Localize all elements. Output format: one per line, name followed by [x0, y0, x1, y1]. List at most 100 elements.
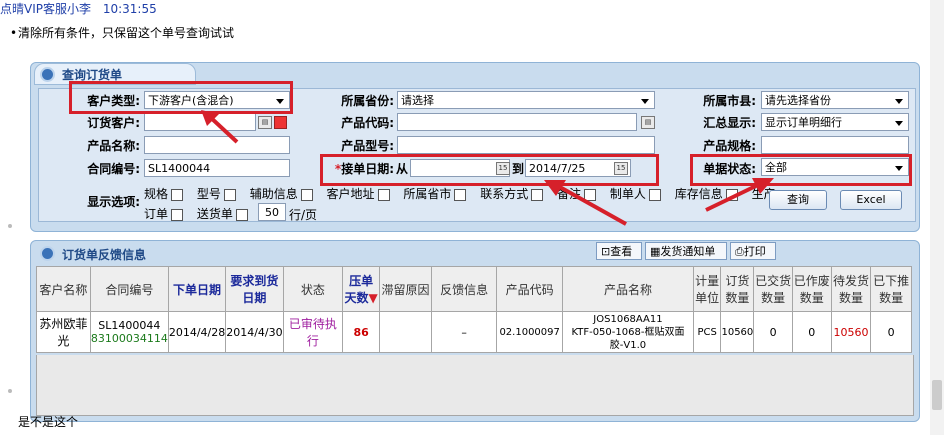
option-checkbox[interactable] — [300, 188, 313, 201]
cell-delay-reason — [379, 311, 433, 353]
product-model-input[interactable] — [397, 136, 655, 154]
option-checkbox[interactable] — [648, 188, 661, 201]
table-header-row: 客户名称 合同编号 下单日期 要求到货日期 状态 压单天数▼ 滞留原因 反馈信息… — [36, 266, 912, 312]
column-header[interactable]: 产品名称 — [562, 266, 694, 312]
ship-notice-button[interactable]: ▦发货通知单 — [645, 242, 727, 260]
sender-name: 点晴VIP客服小李 — [0, 2, 91, 16]
option-checkbox[interactable] — [171, 208, 184, 221]
column-header[interactable]: 滞留原因 — [379, 266, 433, 312]
display-options-label: 显示选项: — [87, 195, 140, 209]
option-checkbox[interactable] — [171, 188, 184, 201]
panel-bullet-icon — [40, 67, 55, 82]
option-checkbox[interactable] — [454, 188, 467, 201]
sort-desc-icon: ▼ — [368, 291, 378, 305]
cell-pushed-qty: 0 — [870, 311, 912, 353]
column-header[interactable]: 要求到货日期 — [225, 266, 284, 312]
city-label: 所属市县: — [703, 94, 756, 108]
product-code-label: 产品代码: — [341, 116, 394, 130]
bullet-dot — [8, 224, 12, 228]
option-spec: 规格 — [144, 187, 169, 201]
cell-unit: PCS — [692, 311, 722, 353]
feedback-panel-title: 订货单反馈信息 — [62, 248, 147, 262]
cell-feedback: – — [431, 311, 498, 353]
table-row[interactable]: 苏州欧菲光 SL1400044 83100034114 2014/4/28 20… — [36, 311, 912, 353]
product-name-line: 胶-V1.0 — [609, 339, 647, 351]
bullet-dot: • — [10, 26, 18, 40]
column-header[interactable]: 客户名称 — [36, 266, 91, 312]
annotation-box — [69, 81, 293, 114]
bullet-dot — [8, 389, 12, 393]
contract-sub-no: 83100034114 — [90, 332, 168, 345]
column-header-sorted[interactable]: 压单天数▼ — [342, 266, 381, 312]
clear-icon[interactable] — [274, 116, 287, 129]
ship-notice-button-label: 发货通知单 — [660, 245, 716, 258]
lookup-icon[interactable]: ▤ — [641, 116, 655, 129]
cell-voided-qty: 0 — [791, 311, 832, 353]
chat-header: 点晴VIP客服小李 10:31:55 — [0, 0, 165, 17]
summary-select[interactable]: 显示订单明细行 — [761, 113, 909, 131]
cell-status: 已审待执行 — [282, 311, 344, 353]
province-select[interactable]: 请选择 — [397, 91, 655, 109]
column-header[interactable]: 待发货数量 — [830, 266, 872, 312]
scrollbar-thumb[interactable] — [932, 380, 942, 410]
product-code-input[interactable] — [397, 113, 637, 131]
view-button-label: 查看 — [610, 245, 633, 258]
print-button[interactable]: ⎙打印 — [730, 242, 776, 260]
cell-contract: SL1400044 83100034114 — [89, 311, 169, 353]
column-header[interactable]: 状态 — [282, 266, 344, 312]
column-header[interactable]: 订货数量 — [720, 266, 755, 312]
cell-due-date: 2014/4/30 — [225, 311, 284, 353]
column-header[interactable]: 计量单位 — [692, 266, 722, 312]
lookup-icon[interactable]: ▤ — [258, 116, 272, 129]
option-delivery: 送货单 — [196, 207, 233, 221]
order-customer-label: 订货客户: — [87, 116, 140, 130]
option-contact: 联系方式 — [480, 187, 529, 201]
column-header[interactable]: 已下推数量 — [870, 266, 912, 312]
option-checkbox[interactable] — [223, 188, 236, 201]
product-model-label: 产品型号: — [341, 139, 394, 153]
city-select[interactable]: 请先选择省份 — [761, 91, 909, 109]
cell-customer: 苏州欧菲光 — [36, 311, 91, 353]
table-empty-area — [36, 355, 914, 416]
option-checkbox[interactable] — [235, 208, 248, 221]
summary-label: 汇总显示: — [703, 116, 756, 130]
excel-button[interactable]: Excel — [840, 190, 902, 210]
option-order: 订单 — [144, 207, 169, 221]
print-icon: ⎙ — [735, 245, 744, 258]
cell-order-qty: 10560 — [720, 311, 755, 353]
page-size-suffix: 行/页 — [289, 208, 318, 222]
contract-no-input[interactable]: SL1400044 — [144, 159, 290, 177]
cell-delivered-qty: 0 — [753, 311, 793, 353]
view-button[interactable]: ⊡查看 — [596, 242, 642, 260]
cell-pending-days: 86 — [342, 311, 381, 353]
option-model: 型号 — [196, 187, 221, 201]
option-aux: 辅助信息 — [249, 187, 298, 201]
options-row-1: 规格 型号 辅助信息 客户地址 所属省市 联系方式 备注 制单人 库存信息 生产 — [144, 185, 776, 202]
annotation-arrow — [544, 180, 627, 226]
cell-to-ship-qty: 10560 — [830, 311, 872, 353]
column-header[interactable]: 已作废数量 — [791, 266, 832, 312]
product-name-label: 产品名称: — [87, 139, 140, 153]
page-size-input[interactable]: 50 — [258, 203, 286, 221]
product-spec-label: 产品规格: — [703, 139, 756, 153]
panel-bullet-icon — [40, 246, 55, 261]
product-spec-input[interactable] — [761, 136, 909, 154]
feedback-table: 客户名称 合同编号 下单日期 要求到货日期 状态 压单天数▼ 滞留原因 反馈信息… — [36, 266, 912, 353]
option-checkbox[interactable] — [377, 188, 390, 201]
product-name-line: KTF-050-1068-框贴双面 — [571, 326, 685, 338]
column-header[interactable]: 反馈信息 — [431, 266, 498, 312]
annotation-arrow — [705, 178, 774, 212]
column-header[interactable]: 合同编号 — [89, 266, 169, 312]
options-row-2: 订单 送货单 — [144, 205, 258, 222]
column-header[interactable]: 产品代码 — [496, 266, 564, 312]
scrollbar[interactable] — [930, 0, 944, 435]
option-address: 客户地址 — [326, 187, 375, 201]
option-province: 所属省市 — [403, 187, 452, 201]
column-header[interactable]: 已交货数量 — [753, 266, 793, 312]
chat-message: 清除所有条件，只保留这个单号查询试试 — [18, 26, 235, 40]
ship-notice-icon: ▦ — [650, 245, 661, 258]
contract-no: SL1400044 — [98, 319, 161, 332]
column-header[interactable]: 下单日期 — [167, 266, 227, 312]
message-time: 10:31:55 — [102, 2, 157, 16]
annotation-arrow — [201, 110, 239, 144]
